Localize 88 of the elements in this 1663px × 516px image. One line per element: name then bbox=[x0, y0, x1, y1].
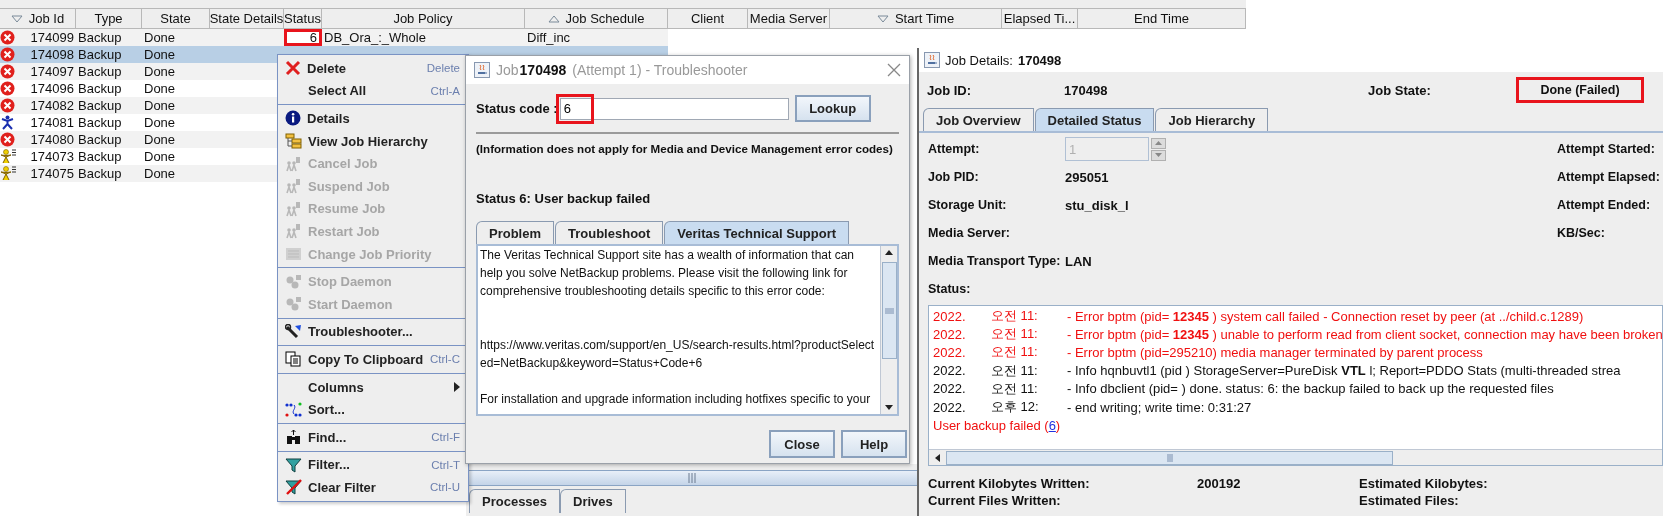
field-label: Attempt: bbox=[928, 142, 981, 156]
field-label: Storage Unit: bbox=[928, 198, 1008, 212]
dialog-title: (Attempt 1) - Troubleshooter bbox=[572, 62, 748, 78]
log-time: 오전 11: bbox=[991, 307, 1039, 326]
status-heading: Status 6: User backup failed bbox=[476, 191, 652, 206]
log-date: 2022. bbox=[933, 399, 967, 415]
log-date: 2022. bbox=[933, 344, 967, 360]
table-cell-text: Diff_inc bbox=[526, 29, 572, 46]
table-cell: 174097 bbox=[30, 63, 74, 80]
dialog-title: Job bbox=[496, 62, 519, 78]
table-cell: 174082 bbox=[30, 97, 74, 114]
table-cell-text: Backup bbox=[77, 80, 123, 97]
table-cell: 6 bbox=[284, 29, 322, 46]
log-message: - Error bptm (pid= 12345 ) unable to perform read from client socket, connection may have been broken bbox=[1067, 326, 1662, 342]
table-cell-text: Done bbox=[143, 114, 177, 131]
shortcut-label: Delete bbox=[426, 62, 460, 75]
log-date: 2022. bbox=[933, 363, 967, 379]
dialog-title-job-id: 170498 bbox=[519, 62, 567, 78]
shortcut-label: Ctrl-U bbox=[429, 481, 460, 494]
table-cell-text: Backup bbox=[77, 131, 123, 148]
log-message: - end writing; write time: 0:31:27 bbox=[1067, 399, 1252, 415]
log-time: 오전 11: bbox=[991, 343, 1039, 362]
log-time: 오후 12: bbox=[991, 398, 1040, 417]
field-label: Attempt Ended: bbox=[1557, 198, 1652, 212]
table-cell-text: Done bbox=[143, 80, 177, 97]
log-message: - Info hqnbuvtl1 (pid ) StorageServer=PureDisk VTL l; Report=PDDO Stats (multi-threaded strea bbox=[1067, 363, 1621, 379]
table-cell: 174098 bbox=[30, 46, 74, 63]
log-time: 오전 11: bbox=[991, 325, 1039, 344]
field-value: 200192 bbox=[1197, 476, 1242, 491]
shortcut-label: Ctrl-A bbox=[430, 84, 460, 97]
table-cell: 174099 bbox=[30, 29, 74, 46]
log-message: - Error bptm (pid= 12345 ) system call failed - Connection reset by peer (at ../child.c.1289) bbox=[1067, 308, 1584, 324]
table-cell-text: Backup bbox=[77, 46, 123, 63]
log-date: 2022. bbox=[933, 308, 967, 324]
field-label: Attempt Started: bbox=[1557, 142, 1656, 156]
field-label: Job ID: bbox=[927, 82, 973, 98]
info-note: (Information does not apply for Media and Device Management error codes) bbox=[476, 142, 894, 155]
table-cell-text: Done bbox=[143, 29, 177, 46]
table-cell-text: Backup bbox=[77, 165, 123, 182]
paragraph: For installation and upgrade information including hotfixes specific to your bbox=[480, 391, 872, 408]
field-value: 295051 bbox=[1065, 169, 1110, 185]
field-label: Media Transport Type: bbox=[928, 254, 1062, 268]
job-state-value: Done (Failed) bbox=[1516, 77, 1644, 103]
log-date: 2022. bbox=[933, 326, 967, 342]
table-cell-text: Backup bbox=[77, 29, 123, 46]
log-result: User backup failed (6) bbox=[933, 417, 1061, 433]
table-cell-text: Backup bbox=[77, 63, 123, 80]
field-label: Current Files Written: bbox=[928, 493, 1062, 508]
shortcut-label: Ctrl-T bbox=[431, 458, 460, 471]
log-date: 2022. bbox=[933, 381, 967, 397]
table-cell: 174096 bbox=[30, 80, 74, 97]
table-cell-text: Done bbox=[143, 46, 177, 63]
log-message: - Info dbclient (pid= ) done. status: 6: the backup failed to back up the requested files bbox=[1067, 381, 1554, 397]
log-time: 오전 11: bbox=[991, 379, 1039, 398]
field-value: LAN bbox=[1065, 253, 1093, 269]
table-cell-text: Backup bbox=[77, 97, 123, 114]
log-message: - Error bptm (pid=295210) media manager terminated by parent process bbox=[1067, 344, 1483, 360]
table-cell-text: DB_Ora_:_Whole bbox=[323, 29, 427, 46]
table-cell-text: Done bbox=[143, 165, 177, 182]
support-url: https://www.veritas.com/support/en_US/search-results.html?productSelected=NetBackup&keyword=Status+Code+6 bbox=[480, 337, 876, 372]
field-value: stu_disk_l bbox=[1065, 197, 1130, 213]
field-label: Media Server: bbox=[928, 226, 1011, 240]
log-time: 오전 11: bbox=[991, 361, 1039, 380]
field-label: Job State: bbox=[1368, 82, 1432, 98]
table-cell: 174075 bbox=[30, 165, 74, 182]
field-value: 170498 bbox=[1064, 82, 1109, 98]
field-label: Attempt Elapsed: bbox=[1557, 170, 1661, 184]
table-cell: 174081 bbox=[30, 114, 74, 131]
field-label: Estimated Files: bbox=[1359, 493, 1460, 508]
table-cell-text: Done bbox=[143, 148, 177, 165]
field-label: Estimated Kilobytes: bbox=[1359, 476, 1489, 491]
panel-title: Job Details: bbox=[945, 52, 1013, 68]
field-label: KB/Sec: bbox=[1557, 226, 1606, 240]
field-label: Job PID: bbox=[928, 170, 980, 184]
table-cell-text: Done bbox=[143, 63, 177, 80]
shortcut-label: Ctrl-F bbox=[431, 431, 460, 444]
table-cell-text: Done bbox=[143, 131, 177, 148]
table-cell: 174073 bbox=[30, 148, 74, 165]
table-cell-text: Backup bbox=[77, 148, 123, 165]
field-label: Status: bbox=[928, 282, 972, 296]
field-label: Current Kilobytes Written: bbox=[928, 476, 1091, 491]
table-cell-text: Backup bbox=[77, 114, 123, 131]
shortcut-label: Ctrl-C bbox=[429, 353, 460, 366]
panel-title-job-id: 170498 bbox=[1017, 52, 1062, 68]
field-label: Status code : bbox=[476, 101, 558, 116]
table-cell-text: Done bbox=[143, 97, 177, 114]
paragraph: The Veritas Technical Support site has a wealth of information that can help you solve NetBackup problems. Please visit the following link for comprehensive troubleshooting details specific to this error code: bbox=[480, 247, 855, 300]
table-cell: 174080 bbox=[30, 131, 74, 148]
